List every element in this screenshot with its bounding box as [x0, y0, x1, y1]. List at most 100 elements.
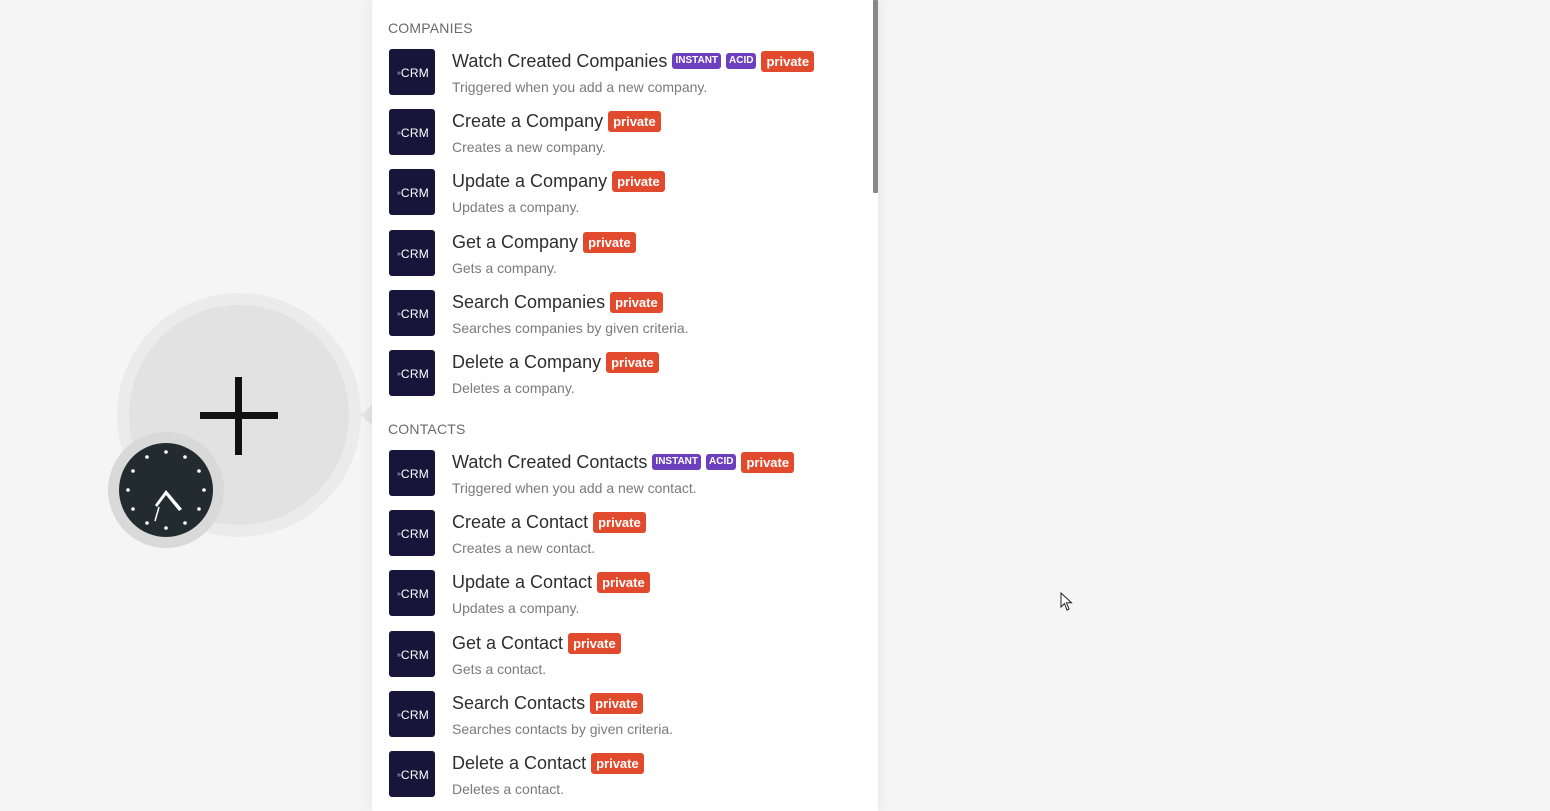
- chevron-icon: »: [397, 130, 401, 137]
- private-badge: private: [612, 170, 665, 192]
- section-title-contacts: CONTACTS: [388, 421, 466, 437]
- private-badge: private: [608, 110, 661, 132]
- item-description: Searches contacts by given criteria.: [452, 721, 673, 737]
- item-title-row: Search Contacts private: [452, 691, 643, 715]
- private-badge: private: [610, 291, 663, 313]
- item-title-row: Get a Contact private: [452, 631, 621, 655]
- logo-text: CRM: [400, 467, 430, 481]
- acid-badge: ACID: [706, 454, 737, 470]
- module-item[interactable]: » CRM Search Contacts private Searches conta…: [389, 691, 859, 749]
- crm-app-logo: » CRM: [389, 169, 435, 215]
- module-item[interactable]: » CRM Watch Created Contacts INSTANT ACID pri…: [389, 450, 859, 508]
- item-description: Creates a new contact.: [452, 540, 596, 556]
- logo-text: CRM: [400, 307, 430, 321]
- clock-icon[interactable]: [119, 443, 213, 537]
- mouse-cursor-icon: [1060, 592, 1073, 611]
- private-badge: private: [593, 511, 646, 533]
- crm-app-logo: » CRM: [389, 510, 435, 556]
- item-title: Get a Company: [452, 231, 579, 252]
- chevron-icon: »: [397, 471, 401, 478]
- item-title: Update a Company: [452, 170, 608, 191]
- acid-badge: ACID: [726, 53, 757, 69]
- private-badge: private: [568, 632, 621, 654]
- module-item[interactable]: » CRM Create a Contact private Creates a new…: [389, 510, 859, 568]
- chevron-icon: »: [397, 531, 401, 538]
- crm-app-logo: » CRM: [389, 109, 435, 155]
- crm-app-logo: » CRM: [389, 230, 435, 276]
- instant-badge: INSTANT: [672, 53, 722, 69]
- chevron-icon: »: [397, 311, 401, 318]
- item-description: Searches companies by given criteria.: [452, 320, 689, 336]
- item-description: Deletes a company.: [452, 380, 575, 396]
- private-badge: private: [590, 692, 643, 714]
- item-title: Create a Contact: [452, 511, 589, 532]
- module-item[interactable]: » CRM Update a Company private Updates a com…: [389, 169, 859, 227]
- logo-text: CRM: [400, 527, 430, 541]
- module-item[interactable]: » CRM Get a Contact private Gets a contact.: [389, 631, 859, 689]
- logo-text: CRM: [400, 648, 430, 662]
- module-pointer: [360, 405, 372, 425]
- section-title-companies: COMPANIES: [388, 20, 473, 36]
- crm-app-logo: » CRM: [389, 290, 435, 336]
- crm-app-logo: » CRM: [389, 49, 435, 95]
- private-badge: private: [741, 451, 795, 473]
- instant-badge: INSTANT: [652, 454, 702, 470]
- logo-text: CRM: [400, 247, 430, 261]
- logo-text: CRM: [400, 126, 430, 140]
- item-description: Gets a company.: [452, 260, 557, 276]
- crm-app-logo: » CRM: [389, 631, 435, 677]
- module-item[interactable]: » CRM Search Companies private Searches comp…: [389, 290, 859, 348]
- chevron-icon: »: [397, 712, 401, 719]
- item-title: Search Companies: [452, 291, 606, 312]
- item-description: Creates a new company.: [452, 139, 606, 155]
- private-badge: private: [597, 571, 650, 593]
- logo-text: CRM: [400, 587, 430, 601]
- item-title: Watch Created Contacts: [452, 451, 648, 472]
- panel-scrollbar[interactable]: [873, 0, 878, 193]
- item-description: Triggered when you add a new company.: [452, 79, 708, 95]
- item-title: Delete a Company: [452, 351, 602, 372]
- private-badge: private: [583, 231, 636, 253]
- item-title-row: Search Companies private: [452, 290, 663, 314]
- private-badge: private: [606, 351, 659, 373]
- item-title: Delete a Contact: [452, 752, 587, 773]
- item-title-row: Watch Created Companies INSTANT ACID privat…: [452, 49, 815, 73]
- private-badge: private: [591, 752, 644, 774]
- module-item[interactable]: » CRM Update a Contact private Updates a com…: [389, 570, 859, 628]
- chevron-icon: »: [397, 251, 401, 258]
- item-title-row: Update a Company private: [452, 169, 665, 193]
- item-title: Search Contacts: [452, 692, 586, 713]
- chevron-icon: »: [397, 371, 401, 378]
- crm-app-logo: » CRM: [389, 691, 435, 737]
- item-title-row: Create a Company private: [452, 109, 661, 133]
- item-title-row: Update a Contact private: [452, 570, 650, 594]
- module-item[interactable]: » CRM Create a Company private Creates a new…: [389, 109, 859, 167]
- module-picker-panel[interactable]: COMPANIES» CRM Watch Created Companies INST…: [372, 0, 878, 811]
- chevron-icon: »: [397, 190, 401, 197]
- module-item[interactable]: » CRM Get a Company private Gets a company.: [389, 230, 859, 288]
- logo-text: CRM: [400, 66, 430, 80]
- chevron-icon: »: [397, 591, 401, 598]
- crm-app-logo: » CRM: [389, 570, 435, 616]
- item-title-row: Delete a Contact private: [452, 751, 644, 775]
- item-title: Get a Contact: [452, 632, 564, 653]
- item-description: Triggered when you add a new contact.: [452, 480, 697, 496]
- chevron-icon: »: [397, 652, 401, 659]
- logo-text: CRM: [400, 367, 430, 381]
- logo-text: CRM: [400, 708, 430, 722]
- item-title-row: Delete a Company private: [452, 350, 659, 374]
- crm-app-logo: » CRM: [389, 751, 435, 797]
- module-item[interactable]: » CRM Delete a Company private Deletes a com…: [389, 350, 859, 408]
- item-title: Update a Contact: [452, 571, 593, 592]
- item-title-row: Get a Company private: [452, 230, 636, 254]
- logo-text: CRM: [400, 186, 430, 200]
- item-description: Updates a company.: [452, 199, 580, 215]
- crm-app-logo: » CRM: [389, 350, 435, 396]
- item-title-row: Watch Created Contacts INSTANT ACID private: [452, 450, 795, 474]
- module-item[interactable]: » CRM Watch Created Companies INSTANT ACID pr…: [389, 49, 859, 107]
- item-description: Updates a company.: [452, 600, 580, 616]
- item-description: Deletes a contact.: [452, 781, 565, 797]
- module-item[interactable]: » CRM Delete a Contact private Deletes a con…: [389, 751, 859, 809]
- private-badge: private: [761, 50, 815, 72]
- item-title-row: Create a Contact private: [452, 510, 646, 534]
